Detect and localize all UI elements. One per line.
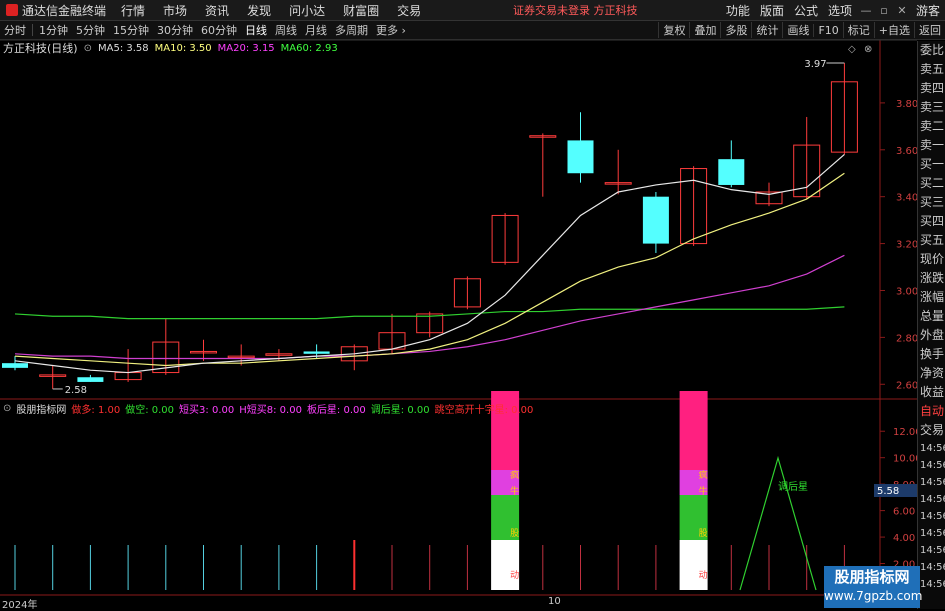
- ma5-line: [14, 154, 845, 374]
- indicator-name[interactable]: 股朋指标网: [16, 401, 66, 416]
- watermark: 股朋指标网 www.7gpzb.com: [824, 566, 923, 608]
- signal-block: [491, 540, 520, 590]
- side-item-bid1[interactable]: 买一: [918, 155, 945, 174]
- indicator-gap-cross: 跳空高开十字星: 0.00: [434, 404, 534, 416]
- signal-label: 牛: [699, 485, 708, 497]
- side-item-earnings[interactable]: 收益: [918, 383, 945, 402]
- signal-label: 动: [510, 570, 519, 581]
- signal-label: 股: [699, 528, 708, 539]
- signal-label: 疯: [510, 469, 519, 481]
- side-item-entrust-ratio[interactable]: 委比: [918, 41, 945, 60]
- candle-body-down: [567, 140, 594, 174]
- side-item-net-asset[interactable]: 净资: [918, 364, 945, 383]
- signal-label: 股: [510, 528, 519, 539]
- tick-time: 14:56: [920, 562, 945, 573]
- signal-block: [679, 391, 708, 470]
- tick-time: 14:56: [920, 477, 945, 488]
- candle-body-down: [718, 159, 745, 185]
- settings-icon[interactable]: ⊙: [0, 403, 11, 414]
- side-item-change[interactable]: 涨跌: [918, 269, 945, 288]
- side-item-ask5[interactable]: 卖五: [918, 60, 945, 79]
- side-item-bid2[interactable]: 买二: [918, 174, 945, 193]
- tick-time: 14:56: [920, 443, 945, 454]
- signal-label: 牛: [510, 485, 519, 497]
- price-axis-label: 2.80: [896, 333, 918, 344]
- side-item-ask4[interactable]: 卖四: [918, 79, 945, 98]
- signal-block: [679, 540, 708, 590]
- tick-time: 14:56: [920, 528, 945, 539]
- indicator-long: 做多: 1.00: [71, 404, 121, 416]
- tick-time: 14:56: [920, 511, 945, 522]
- signal-label: 疯: [699, 469, 708, 481]
- price-axis-label: 3.40: [896, 193, 918, 204]
- price-axis-label: 2.60: [896, 380, 918, 391]
- tick-time: 14:56: [920, 545, 945, 556]
- tick-time: 14:56: [920, 460, 945, 471]
- side-item-trade[interactable]: 交易: [918, 421, 945, 440]
- price-axis-label: 3.80: [896, 99, 918, 110]
- date-month: 10: [548, 596, 561, 607]
- side-item-outer[interactable]: 外盘: [918, 326, 945, 345]
- indicator-short: 做空: 0.00: [125, 404, 175, 416]
- adjust-star-line: [739, 455, 817, 591]
- indicator-axis-label: 4.00: [893, 533, 915, 544]
- watermark-title: 股朋指标网: [834, 568, 910, 586]
- date-axis: 2024年 10: [0, 596, 880, 611]
- side-item-bid3[interactable]: 买三: [918, 193, 945, 212]
- side-item-bid4[interactable]: 买四: [918, 212, 945, 231]
- indicator-buy3: 短买3: 0.00: [179, 404, 235, 416]
- side-item-volume[interactable]: 总量: [918, 307, 945, 326]
- indicator-adjust-star: 调后星: 0.00: [370, 404, 430, 416]
- watermark-url: www.7gpzb.com: [824, 589, 923, 603]
- diamond-icon: ◇: [848, 44, 856, 55]
- price-axis-label: 3.00: [896, 286, 918, 297]
- low-price-label: 2.58: [65, 385, 87, 396]
- indicator-info-line: ⊙ 股朋指标网 做多: 1.00 做空: 0.00 短买3: 0.00 H短买8…: [0, 401, 534, 416]
- indicator-board-star: 板后星: 0.00: [306, 404, 366, 416]
- candle-body-down: [2, 363, 28, 368]
- side-panel: 委比 卖五 卖四 卖三 卖二 卖一 买一 买二 买三 买四 买五 现价 涨跌 涨…: [917, 41, 945, 609]
- candle-body-down: [77, 377, 104, 382]
- side-item-price[interactable]: 现价: [918, 250, 945, 269]
- candle-body-down: [303, 351, 330, 354]
- high-price-label: 3.97: [804, 59, 826, 70]
- side-item-ask2[interactable]: 卖二: [918, 117, 945, 136]
- side-item-ask1[interactable]: 卖一: [918, 136, 945, 155]
- tick-time: 14:56: [920, 494, 945, 505]
- tick-time: 14:56: [920, 579, 945, 590]
- signal-label: 动: [699, 570, 708, 581]
- close-pane-icon: ⊗: [864, 44, 872, 55]
- candle-body-down: [642, 196, 669, 244]
- cursor-value: 5.58: [877, 486, 899, 497]
- adjust-star-label: 调后星: [778, 481, 808, 493]
- indicator-axis-label: 6.00: [893, 507, 915, 518]
- ma20-line: [14, 254, 845, 360]
- side-item-auto[interactable]: 自动: [918, 402, 945, 421]
- side-item-turnover[interactable]: 换手: [918, 345, 945, 364]
- side-item-ask3[interactable]: 卖三: [918, 98, 945, 117]
- price-axis-label: 3.20: [896, 240, 918, 251]
- side-item-change-pct[interactable]: 涨幅: [918, 288, 945, 307]
- chart-canvas[interactable]: 3.803.603.403.203.002.802.603.972.5812.0…: [0, 0, 945, 609]
- indicator-hbuy8: H短买8: 0.00: [239, 404, 302, 416]
- price-axis-label: 3.60: [896, 146, 918, 157]
- side-item-bid5[interactable]: 买五: [918, 231, 945, 250]
